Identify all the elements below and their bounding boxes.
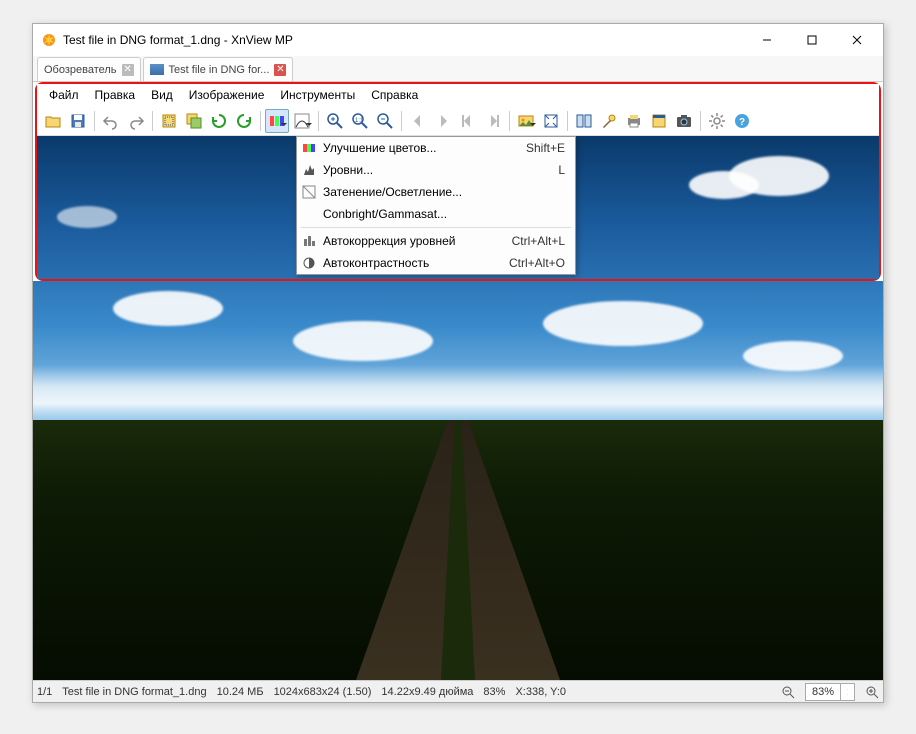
- status-physical: 14.22x9.49 дюйма: [381, 686, 473, 698]
- last-button[interactable]: [481, 109, 505, 133]
- menu-auto-contrast[interactable]: Автоконтрастность Ctrl+Alt+O: [297, 252, 575, 274]
- tab-close-icon[interactable]: ✕: [122, 64, 134, 76]
- save-button[interactable]: [66, 109, 90, 133]
- tab-browser[interactable]: Обозреватель ✕: [37, 57, 141, 81]
- shadow-icon: [297, 185, 321, 199]
- settings-button[interactable]: [705, 109, 729, 133]
- menu-tools[interactable]: Инструменты: [272, 86, 363, 104]
- zoom-stepper-icon[interactable]: [840, 684, 854, 700]
- highlighted-region: Файл Правка Вид Изображение Инструменты …: [35, 82, 881, 281]
- separator: [301, 227, 571, 228]
- displayed-image: [33, 281, 883, 680]
- statusbar: 1/1 Test file in DNG format_1.dng 10.24 …: [33, 680, 883, 702]
- status-counter: 1/1: [37, 686, 52, 698]
- maximize-button[interactable]: [789, 25, 834, 55]
- first-button[interactable]: [456, 109, 480, 133]
- zoom-in-icon[interactable]: [865, 685, 879, 699]
- open-button[interactable]: [41, 109, 65, 133]
- menu-enhance-colors[interactable]: Улучшение цветов... Shift+E: [297, 137, 575, 159]
- menubar: Файл Правка Вид Изображение Инструменты …: [37, 84, 879, 106]
- menu-image[interactable]: Изображение: [181, 86, 273, 104]
- separator: [152, 111, 153, 131]
- tab-file[interactable]: Test file in DNG for... ✕: [143, 57, 294, 81]
- capture-button[interactable]: [672, 109, 696, 133]
- redo-button[interactable]: [124, 109, 148, 133]
- slideshow-button[interactable]: [514, 109, 538, 133]
- curves-button[interactable]: [290, 109, 314, 133]
- status-dimensions: 1024x683x24 (1.50): [274, 686, 372, 698]
- app-icon: [41, 32, 57, 48]
- zoom-actual-button[interactable]: 1:1: [348, 109, 372, 133]
- color-adjust-dropdown: Улучшение цветов... Shift+E Уровни... L …: [296, 136, 576, 275]
- prev-button[interactable]: [406, 109, 430, 133]
- status-filename: Test file in DNG format_1.dng: [62, 686, 206, 698]
- separator: [567, 111, 568, 131]
- menu-help[interactable]: Справка: [363, 86, 426, 104]
- menu-levels[interactable]: Уровни... L: [297, 159, 575, 181]
- resize-button[interactable]: [182, 109, 206, 133]
- tab-thumb-icon: [150, 64, 164, 75]
- separator: [260, 111, 261, 131]
- rotate-right-button[interactable]: [232, 109, 256, 133]
- menu-view[interactable]: Вид: [143, 86, 181, 104]
- zoom-in-button[interactable]: [323, 109, 347, 133]
- zoom-out-icon[interactable]: [781, 685, 795, 699]
- svg-text:1:1: 1:1: [355, 118, 364, 124]
- fullscreen-button[interactable]: [539, 109, 563, 133]
- menu-edit[interactable]: Правка: [87, 86, 144, 104]
- undo-button[interactable]: [99, 109, 123, 133]
- window-title: Test file in DNG format_1.dng - XnView M…: [63, 33, 744, 47]
- tab-label: Обозреватель: [44, 64, 117, 76]
- menu-file[interactable]: Файл: [41, 86, 87, 104]
- close-button[interactable]: [834, 25, 879, 55]
- zoom-value: 83%: [806, 686, 840, 698]
- toolbar: 1:1 ?: [37, 106, 879, 136]
- menu-conbright[interactable]: Conbright/Gammasat...: [297, 203, 575, 225]
- minimize-button[interactable]: [744, 25, 789, 55]
- window-controls: [744, 25, 879, 55]
- separator: [94, 111, 95, 131]
- app-window: Test file in DNG format_1.dng - XnView M…: [32, 23, 884, 703]
- separator: [318, 111, 319, 131]
- status-filesize: 10.24 МБ: [217, 686, 264, 698]
- svg-text:?: ?: [739, 117, 745, 128]
- compare-button[interactable]: [572, 109, 596, 133]
- print-button[interactable]: [622, 109, 646, 133]
- status-zoom: 83%: [483, 686, 505, 698]
- zoom-out-button[interactable]: [373, 109, 397, 133]
- crop-button[interactable]: [157, 109, 181, 133]
- menu-auto-levels[interactable]: Автокоррекция уровней Ctrl+Alt+L: [297, 230, 575, 252]
- separator: [401, 111, 402, 131]
- color-adjust-button[interactable]: [265, 109, 289, 133]
- tabstrip: Обозреватель ✕ Test file in DNG for... ✕: [33, 56, 883, 82]
- zoom-field[interactable]: 83%: [805, 683, 855, 701]
- autocontrast-icon: [297, 256, 321, 270]
- separator: [700, 111, 701, 131]
- tab-close-icon[interactable]: ✕: [274, 64, 286, 76]
- edit-button[interactable]: [597, 109, 621, 133]
- image-viewport[interactable]: [33, 281, 883, 680]
- help-button[interactable]: ?: [730, 109, 754, 133]
- rotate-left-button[interactable]: [207, 109, 231, 133]
- enhance-icon: [297, 141, 321, 155]
- next-button[interactable]: [431, 109, 455, 133]
- export-button[interactable]: [647, 109, 671, 133]
- levels-icon: [297, 163, 321, 177]
- status-coords: X:338, Y:0: [515, 686, 566, 698]
- menu-shadow-highlight[interactable]: Затенение/Осветление...: [297, 181, 575, 203]
- image-preview-top: Улучшение цветов... Shift+E Уровни... L …: [37, 136, 879, 279]
- separator: [509, 111, 510, 131]
- autolevel-icon: [297, 234, 321, 248]
- tab-label: Test file in DNG for...: [169, 64, 270, 76]
- titlebar: Test file in DNG format_1.dng - XnView M…: [33, 24, 883, 56]
